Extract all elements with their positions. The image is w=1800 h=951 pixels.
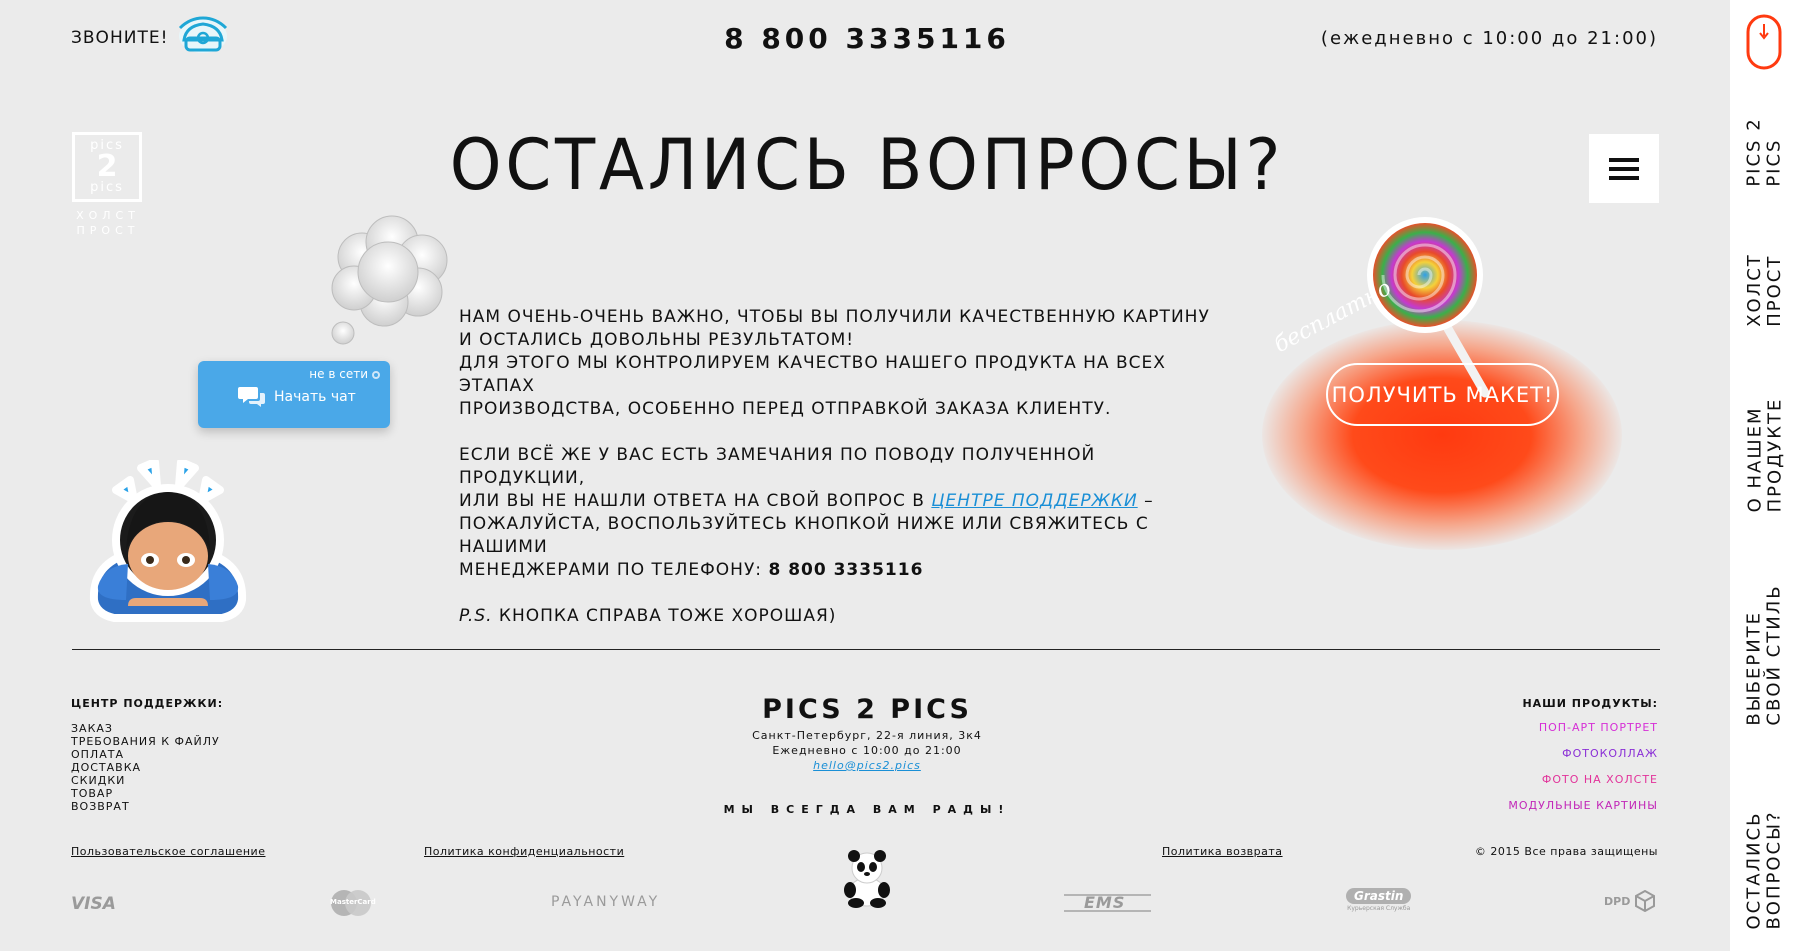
support-link[interactable]: СКИДКИ xyxy=(71,774,220,787)
mastercard-logo-text: MasterCard xyxy=(330,898,376,906)
chat-bubbles-icon xyxy=(238,387,265,407)
side-nav-item-canvas[interactable]: ХОЛСТ ПРОСТ xyxy=(1736,238,1794,342)
page: ЗВОНИТЕ! 8 800 3335116 (ежедневно с 10:0… xyxy=(0,0,1800,951)
side-nav-item-about-product[interactable]: О НАШЕМ ПРОДУКТЕ xyxy=(1736,395,1794,515)
scroll-mouse-icon[interactable] xyxy=(1746,14,1782,70)
ps-text: КНОПКА СПРАВА ТОЖЕ ХОРОШАЯ) xyxy=(492,606,837,626)
footer-email-link[interactable]: hello@pics2.pics xyxy=(813,759,921,772)
panda-icon xyxy=(844,850,890,908)
text-line: – xyxy=(1137,491,1154,511)
side-nav-label: PICS 2 PICS xyxy=(1744,117,1785,187)
text-line: ЕСЛИ ВСЁ ЖЕ У ВАС ЕСТЬ ЗАМЕЧАНИЯ ПО ПОВО… xyxy=(459,445,1096,488)
bowing-person-emoji-icon xyxy=(89,460,247,622)
support-center-link[interactable]: ЦЕНТРЕ ПОДДЕРЖКИ xyxy=(931,491,1137,511)
user-agreement-link[interactable]: Пользовательское соглашение xyxy=(71,845,265,858)
side-nav-label: ХОЛСТ ПРОСТ xyxy=(1744,253,1786,327)
text-line: МЕНЕДЖЕРАМИ ПО ТЕЛЕФОНУ: xyxy=(459,560,769,580)
manager-phone[interactable]: 8 800 3335116 xyxy=(768,560,923,580)
logo-subtitle: ХОЛСТ ПРОСТ xyxy=(72,208,144,238)
text-line: ИЛИ ВЫ НЕ НАШЛИ ОТВЕТА НА СВОЙ ВОПРОС В xyxy=(459,491,932,511)
get-mockup-button[interactable]: ПОЛУЧИТЬ МАКЕТ! xyxy=(1326,363,1559,426)
product-link-modular[interactable]: МОДУЛЬНЫЕ КАРТИНЫ xyxy=(1508,800,1658,812)
chat-status: не в сети xyxy=(309,367,380,381)
privacy-policy-link[interactable]: Политика конфиденциальности xyxy=(424,845,624,858)
visa-logo: VISA xyxy=(71,894,116,914)
mastercard-logo: MasterCard xyxy=(328,889,376,917)
product-link-pop-art[interactable]: ПОП-АРТ ПОРТРЕТ xyxy=(1508,722,1658,734)
product-link-collage[interactable]: ФОТОКОЛЛАЖ xyxy=(1508,748,1658,760)
dpd-cube-icon xyxy=(1635,890,1656,912)
menu-button[interactable] xyxy=(1589,134,1659,203)
thought-cloud-icon xyxy=(331,215,448,345)
products-title: НАШИ ПРОДУКТЫ: xyxy=(1522,697,1658,710)
menu-icon-line xyxy=(1609,175,1639,180)
grastin-logo-text: Grastin xyxy=(1346,888,1412,904)
main-text: НАМ ОЧЕНЬ-ОЧЕНЬ ВАЖНО, ЧТОБЫ ВЫ ПОЛУЧИЛИ… xyxy=(459,306,1219,651)
text-line: ПРОИЗВОДСТВА, ОСОБЕННО ПЕРЕД ОТПРАВКОЙ З… xyxy=(459,399,1112,419)
text-line: НАМ ОЧЕНЬ-ОЧЕНЬ ВАЖНО, ЧТОБЫ ВЫ ПОЛУЧИЛИ… xyxy=(459,307,1210,327)
text-line: ДЛЯ ЭТОГО МЫ КОНТРОЛИРУЕМ КАЧЕСТВО НАШЕГ… xyxy=(459,353,1166,396)
status-dot-icon xyxy=(372,370,380,379)
header-hours: (ежедневно с 10:00 до 21:00) xyxy=(1320,28,1658,49)
text-line: ПОЖАЛУЙСТА, ВОСПОЛЬЗУЙТЕСЬ КНОПКОЙ НИЖЕ … xyxy=(459,514,1149,557)
ps-label: P.S. xyxy=(459,606,493,626)
chat-label: Начать чат xyxy=(274,389,356,405)
side-nav: PICS 2 PICS ХОЛСТ ПРОСТ О НАШЕМ ПРОДУКТЕ… xyxy=(1730,0,1800,951)
grastin-logo-subtitle: Курьерская Служба xyxy=(1347,905,1411,912)
paragraph-1: НАМ ОЧЕНЬ-ОЧЕНЬ ВАЖНО, ЧТОБЫ ВЫ ПОЛУЧИЛИ… xyxy=(459,306,1219,421)
paragraph-ps: P.S. КНОПКА СПРАВА ТОЖЕ ХОРОШАЯ) xyxy=(459,605,1219,628)
footer-address: Санкт-Петербург, 22-я линия, 3к4 xyxy=(752,729,982,742)
products-links: ПОП-АРТ ПОРТРЕТ ФОТОКОЛЛАЖ ФОТО НА ХОЛСТ… xyxy=(1508,722,1658,826)
side-nav-label: О НАШЕМ ПРОДУКТЕ xyxy=(1744,397,1785,513)
footer-company: PICS 2 PICS Санкт-Петербург, 22-я линия,… xyxy=(0,692,1734,773)
payanyway-logo: PAYANYWAY xyxy=(551,894,661,910)
side-nav-label: ВЫБЕРИТЕ СВОЙ СТИЛЬ xyxy=(1744,584,1785,726)
logo-sub-line2: ПРОСТ xyxy=(76,224,140,237)
support-link[interactable]: ТОВАР xyxy=(71,787,220,800)
menu-icon-line xyxy=(1609,157,1639,162)
return-policy-link[interactable]: Политика возврата xyxy=(1162,845,1283,858)
chat-widget-button[interactable]: не в сети Начать чат xyxy=(198,361,390,428)
side-nav-item-choose-style[interactable]: ВЫБЕРИТЕ СВОЙ СТИЛЬ xyxy=(1736,580,1794,730)
dpd-logo-text: DPD xyxy=(1604,894,1631,908)
paragraph-2: ЕСЛИ ВСЁ ЖЕ У ВАС ЕСТЬ ЗАМЕЧАНИЯ ПО ПОВО… xyxy=(459,444,1219,582)
side-nav-label: ОСТАЛИСЬ ВОПРОСЫ? xyxy=(1744,810,1786,930)
page-title: ОСТАЛИСЬ ВОПРОСЫ? xyxy=(449,124,1285,206)
dpd-logo: DPD xyxy=(1604,890,1656,912)
side-nav-item-pics2pics[interactable]: PICS 2 PICS xyxy=(1736,112,1794,192)
footer-brand: PICS 2 PICS xyxy=(762,694,972,725)
ems-logo: EMS xyxy=(1064,894,1152,912)
footer-divider xyxy=(72,649,1660,650)
product-link-canvas[interactable]: ФОТО НА ХОЛСТЕ xyxy=(1508,774,1658,786)
text-line: И ОСТАЛИСЬ ДОВОЛЬНЫ РЕЗУЛЬТАТОМ! xyxy=(459,330,855,350)
footer-slogan: МЫ ВСЕГДА ВАМ РАДЫ! xyxy=(723,803,1011,816)
logo-sub-line1: ХОЛСТ xyxy=(76,209,140,222)
grastin-logo: Grastin Курьерская Служба xyxy=(1346,888,1412,912)
chat-status-text: не в сети xyxy=(309,367,368,381)
side-nav-item-questions[interactable]: ОСТАЛИСЬ ВОПРОСЫ? xyxy=(1736,800,1794,940)
menu-icon-line xyxy=(1609,166,1639,171)
footer-hours: Ежедневно с 10:00 до 21:00 xyxy=(772,744,962,757)
copyright: © 2015 Все права защищены xyxy=(1474,845,1658,858)
